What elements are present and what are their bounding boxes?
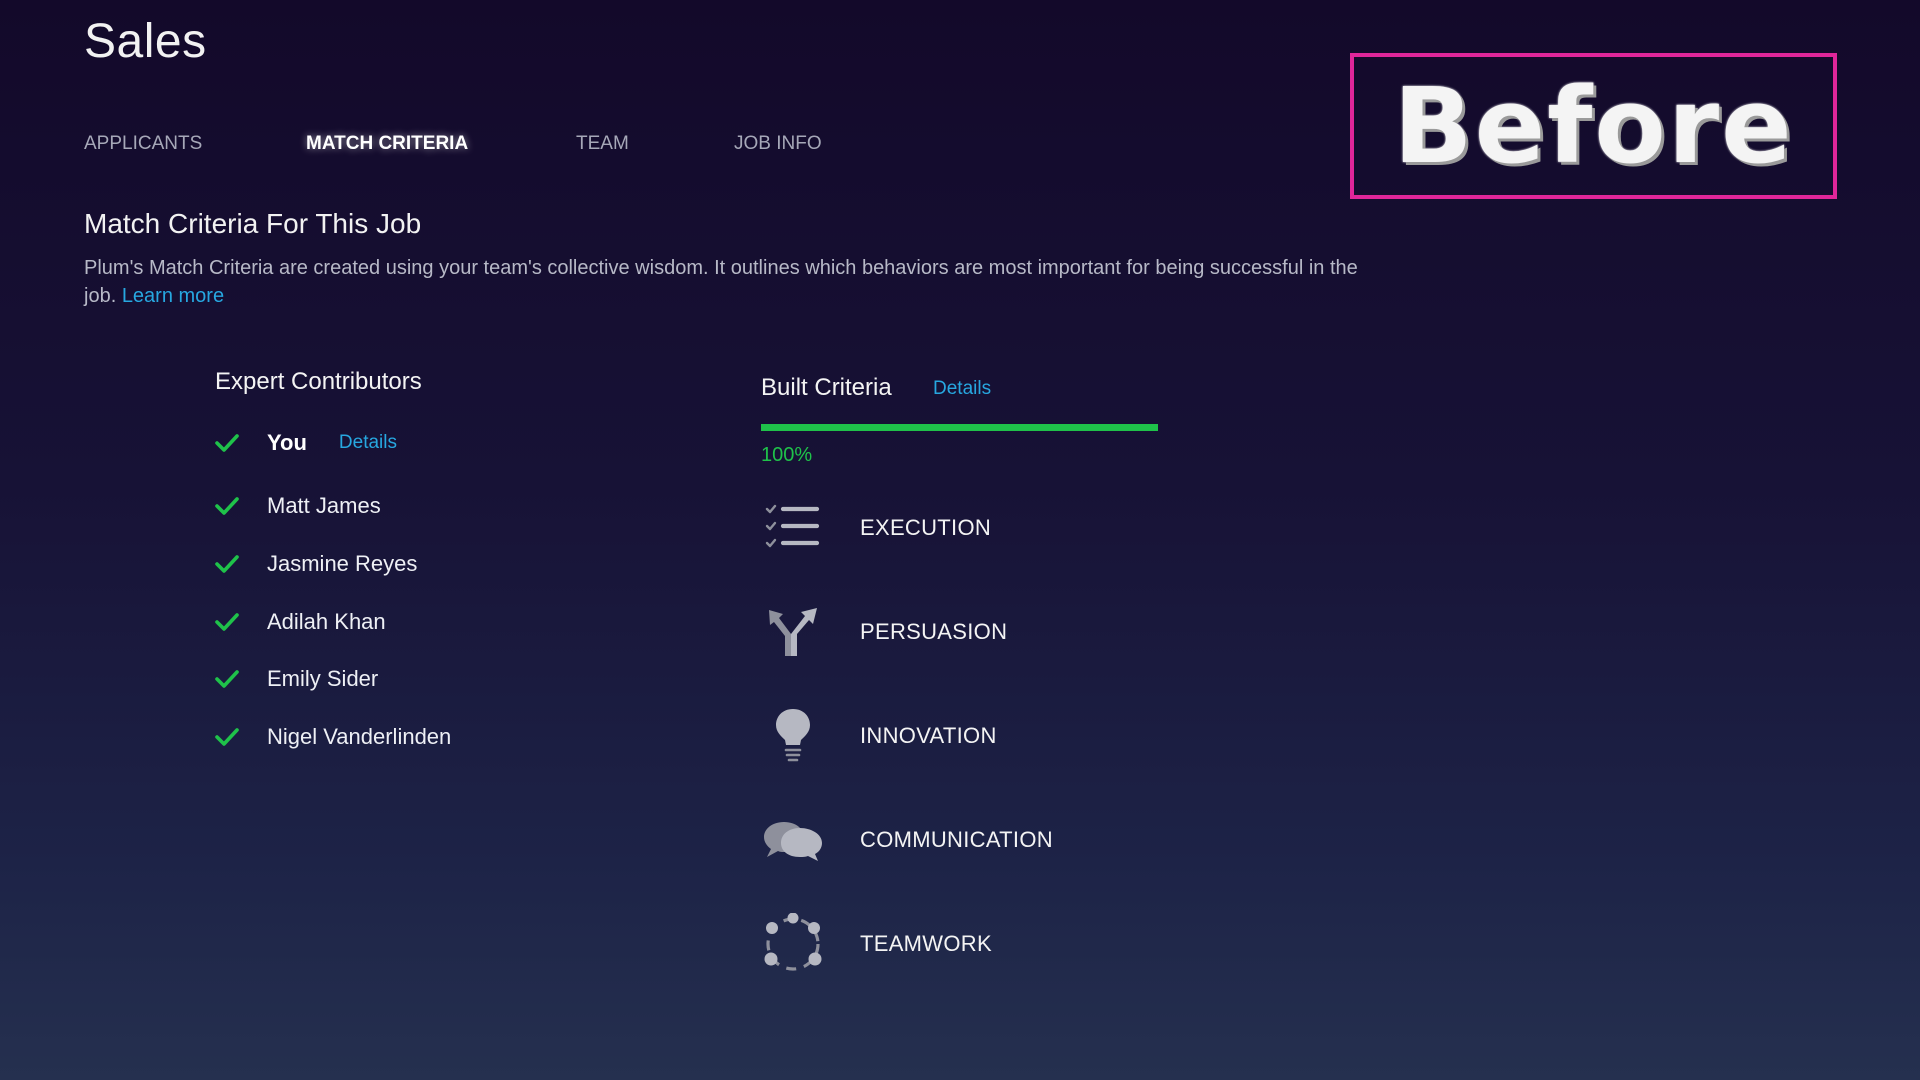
lightbulb-icon <box>761 704 825 768</box>
before-overlay-label: Before <box>1393 65 1794 187</box>
contributor-name: Adilah Khan <box>267 609 386 634</box>
description-text: Plum's Match Criteria are created using … <box>84 257 1358 307</box>
criteria-row-communication: COMMUNICATION <box>761 808 1053 872</box>
persuasion-arrows-icon <box>761 600 825 664</box>
contributor-row-you: You Details <box>215 428 397 458</box>
page-title: Sales <box>84 15 207 68</box>
check-icon <box>215 670 239 688</box>
team-circle-icon <box>761 912 825 976</box>
contributor-name: Nigel Vanderlinden <box>267 724 452 749</box>
contributor-name: Emily Sider <box>267 666 379 691</box>
contributor-row: Matt James <box>215 491 381 521</box>
criteria-progress-fill <box>761 424 1158 431</box>
expert-contributors-title: Expert Contributors <box>215 368 422 395</box>
contributor-name: You <box>267 430 307 455</box>
contributor-details-link[interactable]: Details <box>339 432 397 454</box>
tab-applicants[interactable]: APPLICANTS <box>84 133 202 155</box>
check-icon <box>215 497 239 515</box>
built-criteria-details-link[interactable]: Details <box>933 378 991 400</box>
check-icon <box>215 728 239 746</box>
speech-bubbles-icon <box>761 808 825 872</box>
contributor-row: Emily Sider <box>215 664 378 694</box>
check-icon <box>215 555 239 573</box>
contributor-name: Jasmine Reyes <box>267 551 418 576</box>
criteria-label: INNOVATION <box>860 723 997 748</box>
criteria-label: PERSUASION <box>860 619 1008 644</box>
built-criteria-title: Built Criteria <box>761 374 892 401</box>
criteria-row-teamwork: TEAMWORK <box>761 912 992 976</box>
tab-job-info[interactable]: JOB INFO <box>734 133 822 155</box>
before-overlay-box: Before <box>1350 53 1837 199</box>
tab-team[interactable]: TEAM <box>576 133 629 155</box>
checklist-icon <box>761 496 825 560</box>
section-description: Plum's Match Criteria are created using … <box>84 254 1384 310</box>
tab-match-criteria[interactable]: MATCH CRITERIA <box>306 133 468 155</box>
check-icon <box>215 613 239 631</box>
criteria-label: TEAMWORK <box>860 931 992 956</box>
criteria-progress-label: 100% <box>761 444 813 466</box>
learn-more-link[interactable]: Learn more <box>122 285 224 307</box>
check-icon <box>215 434 239 452</box>
contributor-row: Nigel Vanderlinden <box>215 722 451 752</box>
criteria-label: COMMUNICATION <box>860 827 1053 852</box>
contributor-row: Adilah Khan <box>215 607 386 637</box>
criteria-label: EXECUTION <box>860 515 992 540</box>
criteria-progress-bar <box>761 424 1158 431</box>
criteria-row-execution: EXECUTION <box>761 496 991 560</box>
contributor-name: Matt James <box>267 493 381 518</box>
section-title: Match Criteria For This Job <box>84 208 422 239</box>
criteria-row-innovation: INNOVATION <box>761 704 997 768</box>
contributor-row: Jasmine Reyes <box>215 549 417 579</box>
criteria-row-persuasion: PERSUASION <box>761 600 1007 664</box>
